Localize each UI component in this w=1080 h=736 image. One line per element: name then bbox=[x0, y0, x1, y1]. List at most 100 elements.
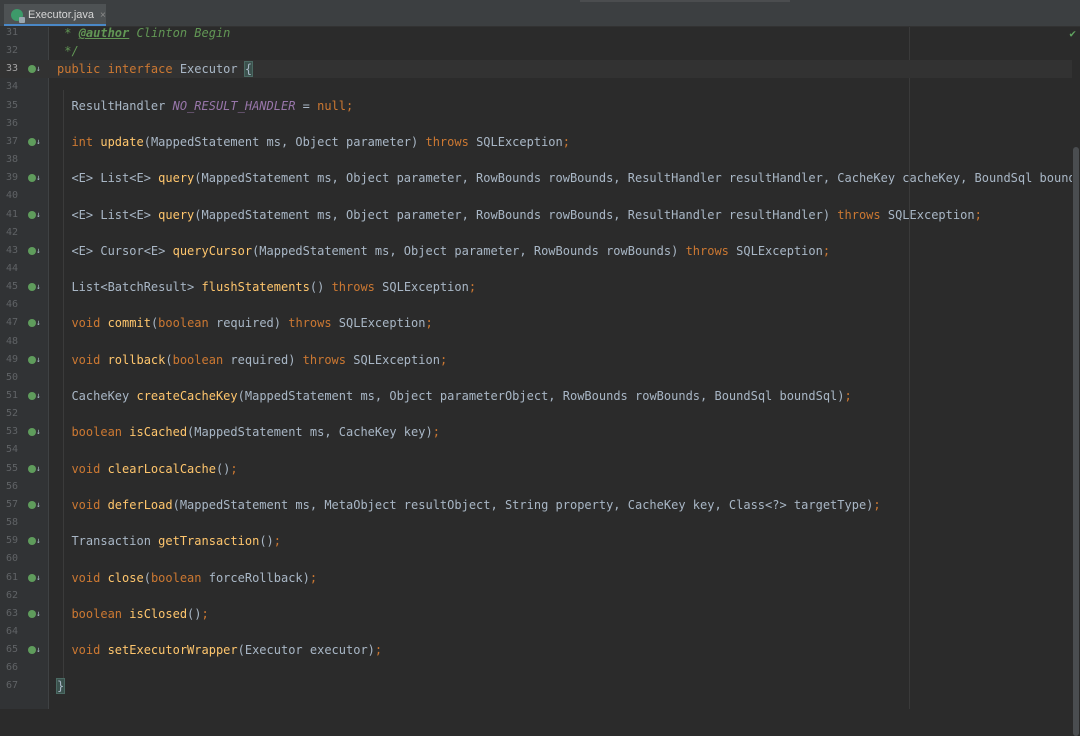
code-text[interactable]: boolean isClosed(); bbox=[57, 605, 208, 623]
code-text[interactable]: void deferLoad(MappedStatement ms, MetaO… bbox=[57, 496, 880, 514]
implemented-method-icon[interactable]: ↓ bbox=[28, 645, 41, 655]
implemented-method-icon[interactable]: ↓ bbox=[28, 427, 41, 437]
code-line[interactable]: 33 ↓ public interface Executor { bbox=[0, 60, 1080, 79]
code-text[interactable]: ResultHandler NO_RESULT_HANDLER = null; bbox=[57, 97, 353, 115]
code-line[interactable]: 58 bbox=[0, 514, 1080, 532]
implemented-method-icon[interactable]: ↓ bbox=[28, 137, 41, 146]
implemented-method-icon[interactable]: ↓ bbox=[28, 500, 41, 509]
code-line[interactable]: 42 bbox=[0, 224, 1080, 242]
line-number: 60 bbox=[6, 553, 19, 565]
code-line[interactable]: 39 ↓ <E> List<E> query(MappedStatement ms… bbox=[0, 169, 1080, 187]
code-text[interactable]: void commit(boolean required) throws SQL… bbox=[57, 314, 432, 332]
code-line[interactable]: 37 ↓ int update(MappedStatement ms, Objec… bbox=[0, 133, 1080, 151]
implemented-method-icon[interactable]: ↓ bbox=[28, 318, 41, 328]
code-line[interactable]: 36 bbox=[0, 115, 1080, 133]
code-text[interactable]: Transaction getTransaction(); bbox=[57, 532, 281, 550]
implemented-method-icon[interactable]: ↓ bbox=[28, 173, 41, 183]
code-line[interactable]: 45 ↓ List<BatchResult> flushStatements() … bbox=[0, 278, 1080, 296]
code-token: public interface bbox=[57, 62, 180, 77]
code-line[interactable]: 32 */ bbox=[0, 42, 1080, 60]
code-line[interactable]: 34 bbox=[0, 78, 1080, 96]
code-text[interactable]: */ bbox=[57, 42, 78, 60]
code-text[interactable]: boolean isCached(MappedStatement ms, Cac… bbox=[57, 423, 439, 441]
code-line[interactable]: 66 bbox=[0, 659, 1080, 677]
code-text[interactable]: List<BatchResult> flushStatements() thro… bbox=[57, 278, 476, 296]
implemented-method-icon[interactable]: ↓ bbox=[28, 210, 41, 219]
code-token: throws bbox=[837, 207, 888, 222]
code-token: () bbox=[309, 280, 332, 295]
code-line[interactable]: 57 ↓ void deferLoad(MappedStatement ms, M… bbox=[0, 496, 1080, 514]
line-number: 39 bbox=[6, 172, 19, 184]
line-number: 54 bbox=[6, 444, 19, 456]
code-token: flushStatements bbox=[201, 280, 310, 295]
code-line[interactable]: 59 ↓ Transaction getTransaction(); bbox=[0, 532, 1080, 550]
code-line[interactable]: 60 bbox=[0, 550, 1080, 568]
close-tab-icon[interactable]: × bbox=[100, 10, 106, 21]
code-token: ; bbox=[309, 570, 318, 585]
code-line[interactable]: 48 bbox=[0, 333, 1080, 351]
code-text[interactable]: } bbox=[55, 677, 66, 695]
implemented-method-icon[interactable]: ↓ bbox=[28, 609, 41, 618]
code-line[interactable]: 64 bbox=[0, 623, 1080, 641]
code-token: CacheKey bbox=[57, 389, 137, 403]
implemented-method-icon[interactable]: ↓ bbox=[28, 536, 41, 546]
code-line[interactable]: 55 ↓ void clearLocalCache(); bbox=[0, 460, 1080, 478]
code-token: { bbox=[243, 61, 254, 78]
code-token: ; bbox=[374, 643, 383, 658]
code-line[interactable]: 43 ↓ <E> Cursor<E> queryCursor(MappedStat… bbox=[0, 242, 1080, 260]
code-line[interactable]: 49 ↓ void rollback(boolean required) thro… bbox=[0, 351, 1080, 369]
code-text[interactable]: void close(boolean forceRollback); bbox=[57, 569, 317, 587]
code-token: commit bbox=[107, 316, 151, 331]
implemented-method-icon[interactable]: ↓ bbox=[28, 573, 41, 582]
line-number: 34 bbox=[6, 81, 19, 93]
code-text[interactable]: * @author Clinton Begin bbox=[57, 24, 230, 42]
code-text[interactable]: void rollback(boolean required) throws S… bbox=[57, 351, 447, 369]
code-line[interactable]: 67} bbox=[0, 677, 1080, 695]
code-text[interactable]: CacheKey createCacheKey(MappedStatement … bbox=[57, 387, 851, 405]
code-text[interactable]: public interface Executor { bbox=[57, 60, 254, 78]
code-text[interactable]: <E> List<E> query(MappedStatement ms, Ob… bbox=[57, 206, 981, 224]
vertical-scrollbar[interactable] bbox=[1072, 27, 1080, 736]
code-line[interactable]: 41 ↓ <E> List<E> query(MappedStatement ms… bbox=[0, 206, 1080, 224]
code-token: update bbox=[100, 134, 144, 149]
code-token: int bbox=[71, 134, 101, 149]
code-line[interactable]: 46 bbox=[0, 296, 1080, 314]
scrollbar-thumb[interactable] bbox=[1073, 147, 1079, 736]
code-line[interactable]: 38 bbox=[0, 151, 1080, 169]
code-line[interactable]: 51 ↓ CacheKey createCacheKey(MappedStatem… bbox=[0, 387, 1080, 405]
code-line[interactable]: 47 ↓ void commit(boolean required) throws… bbox=[0, 314, 1080, 332]
implemented-method-icon[interactable]: ↓ bbox=[28, 64, 41, 74]
code-token: (Executor executor) bbox=[237, 643, 375, 658]
code-line[interactable]: 35 ResultHandler NO_RESULT_HANDLER = nul… bbox=[0, 97, 1080, 115]
inspection-ok-icon[interactable]: ✔ bbox=[1069, 27, 1076, 40]
implemented-method-icon[interactable]: ↓ bbox=[28, 355, 41, 364]
implemented-method-icon[interactable]: ↓ bbox=[28, 282, 41, 292]
line-number: 62 bbox=[6, 589, 19, 601]
code-token: (MappedStatement ms, Object parameter, R… bbox=[194, 207, 838, 222]
line-number: 33 bbox=[6, 63, 19, 75]
code-line[interactable]: 56 bbox=[0, 478, 1080, 496]
code-text[interactable]: void clearLocalCache(); bbox=[57, 460, 237, 478]
line-number: 66 bbox=[6, 662, 19, 674]
code-line[interactable]: 62 bbox=[0, 587, 1080, 605]
code-line[interactable]: 61 ↓ void close(boolean forceRollback); bbox=[0, 569, 1080, 587]
implemented-method-icon[interactable]: ↓ bbox=[28, 391, 41, 400]
code-line[interactable]: 54 bbox=[0, 441, 1080, 459]
code-line[interactable]: 53 ↓ boolean isCached(MappedStatement ms,… bbox=[0, 423, 1080, 441]
code-line[interactable]: 65 ↓ void setExecutorWrapper(Executor exe… bbox=[0, 641, 1080, 659]
code-line[interactable]: 44 bbox=[0, 260, 1080, 278]
code-line[interactable]: 50 bbox=[0, 369, 1080, 387]
code-text[interactable]: void setExecutorWrapper(Executor executo… bbox=[57, 641, 382, 659]
implemented-method-icon[interactable]: ↓ bbox=[28, 464, 41, 473]
code-line[interactable]: 40 bbox=[0, 187, 1080, 205]
code-text[interactable]: <E> Cursor<E> queryCursor(MappedStatemen… bbox=[57, 242, 830, 260]
code-token: () bbox=[259, 534, 274, 549]
tab-executor-java[interactable]: Executor.java × bbox=[4, 4, 106, 26]
code-line[interactable]: 31 * @author Clinton Begin bbox=[0, 24, 1080, 42]
code-text[interactable]: int update(MappedStatement ms, Object pa… bbox=[57, 133, 570, 151]
implemented-method-icon[interactable]: ↓ bbox=[28, 246, 41, 255]
code-line[interactable]: 52 bbox=[0, 405, 1080, 423]
code-token: <E> Cursor<E> bbox=[57, 243, 173, 258]
code-line[interactable]: 63 ↓ boolean isClosed(); bbox=[0, 605, 1080, 623]
code-text[interactable]: <E> List<E> query(MappedStatement ms, Ob… bbox=[57, 169, 1080, 187]
